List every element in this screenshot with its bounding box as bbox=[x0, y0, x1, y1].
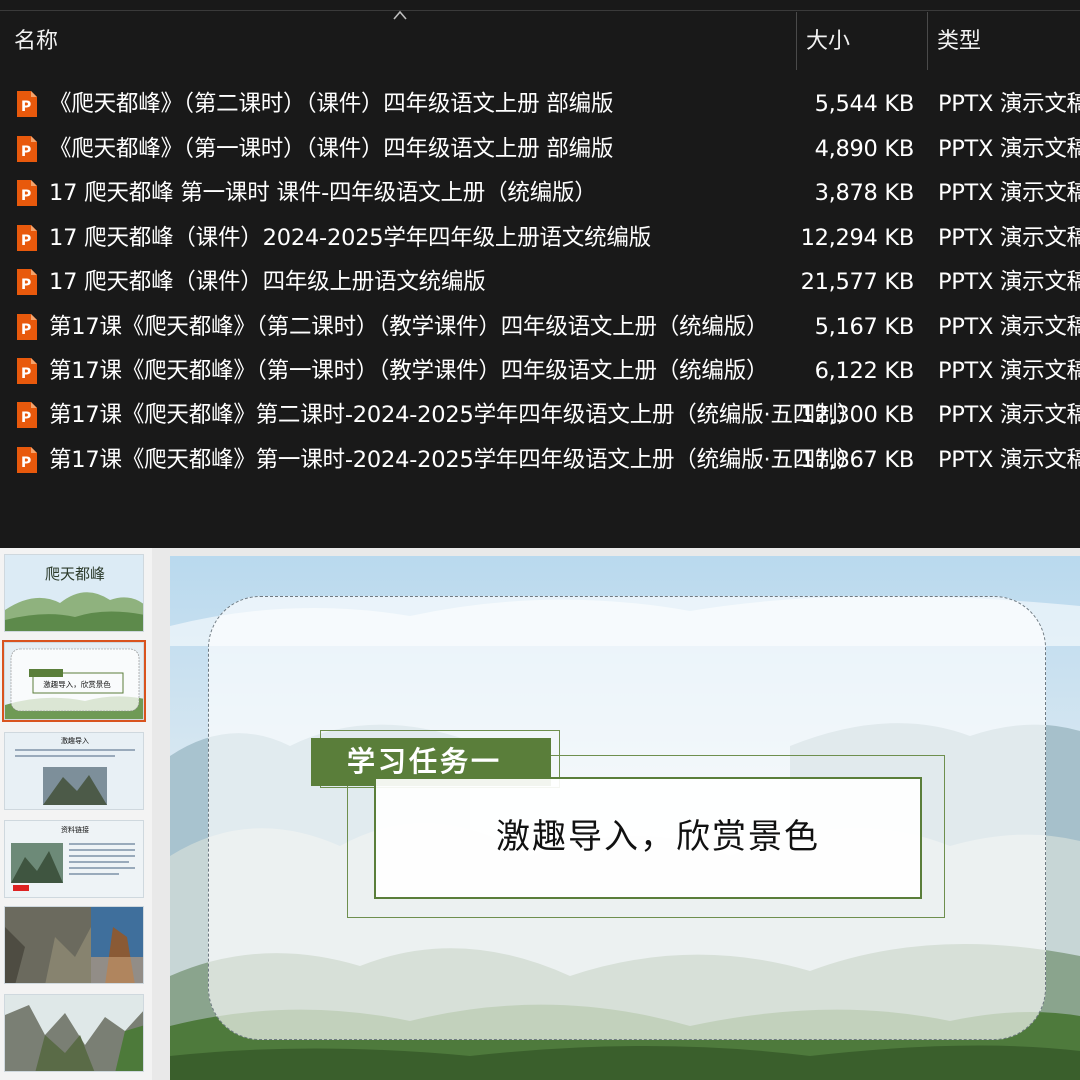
file-type: PPTX 演示文稿 bbox=[938, 314, 1080, 340]
pptx-file-icon: P bbox=[17, 402, 37, 428]
file-row[interactable]: P 第17课《爬天都峰》（第二课时）（教学课件）四年级语文上册（统编版） 5,1… bbox=[0, 305, 1080, 349]
svg-text:P: P bbox=[21, 144, 31, 160]
file-name: 第17课《爬天都峰》第二课时-2024-2025学年四年级语文上册（统编版·五四… bbox=[49, 402, 860, 428]
slide-canvas[interactable]: 学习任务一 激趣导入，欣赏景色 bbox=[170, 556, 1080, 1080]
pptx-file-icon: P bbox=[17, 136, 37, 162]
file-name: 第17课《爬天都峰》（第二课时）（教学课件）四年级语文上册（统编版） bbox=[49, 314, 769, 340]
cliff-slide-preview bbox=[5, 995, 143, 1071]
thumbnail-title: 激趣导入 bbox=[61, 736, 89, 745]
file-name: 第17课《爬天都峰》（第一课时）（教学课件）四年级语文上册（统编版） bbox=[49, 358, 769, 384]
column-header-type[interactable]: 类型 bbox=[928, 26, 1080, 68]
file-size: 12,294 KB bbox=[800, 225, 915, 251]
file-size: 12,300 KB bbox=[800, 402, 915, 428]
svg-text:P: P bbox=[21, 322, 31, 338]
info-slide-preview: 资料链接 bbox=[5, 821, 143, 897]
slide-thumbnail-selected[interactable]: 激趣导入，欣赏景色 bbox=[2, 640, 146, 722]
file-name: 第17课《爬天都峰》第一课时-2024-2025学年四年级语文上册（统编版·五四… bbox=[49, 447, 860, 473]
file-type: PPTX 演示文稿 bbox=[938, 447, 1080, 473]
pptx-file-icon: P bbox=[17, 358, 37, 384]
file-type: PPTX 演示文稿 bbox=[938, 358, 1080, 384]
svg-text:P: P bbox=[21, 277, 31, 293]
svg-text:P: P bbox=[21, 233, 31, 249]
file-size: 5,167 KB bbox=[814, 314, 915, 340]
file-type: PPTX 演示文稿 bbox=[938, 402, 1080, 428]
file-name: 《爬天都峰》（第一课时）（课件）四年级语文上册 部编版 bbox=[49, 136, 614, 162]
slide-thumbnail[interactable]: 资料链接 bbox=[4, 820, 144, 898]
thumbnail-title: 资料链接 bbox=[61, 825, 89, 834]
file-type: PPTX 演示文稿 bbox=[938, 180, 1080, 206]
task-text[interactable]: 激趣导入，欣赏景色 bbox=[374, 777, 922, 899]
slide-thumbnail[interactable]: 爬天都峰 bbox=[4, 554, 144, 632]
presentation-preview: 爬天都峰 激趣导入，欣赏景色 激趣导入 资料链接 学习任务一 激趣导入，欣赏景色 bbox=[0, 548, 1080, 1080]
file-type: PPTX 演示文稿 bbox=[938, 225, 1080, 251]
file-name: 《爬天都峰》（第二课时）（课件）四年级语文上册 部编版 bbox=[49, 91, 614, 117]
photo-slide-preview bbox=[5, 907, 143, 983]
file-row[interactable]: P 第17课《爬天都峰》第二课时-2024-2025学年四年级语文上册（统编版·… bbox=[0, 393, 1080, 437]
title-slide-preview: 爬天都峰 bbox=[5, 555, 143, 631]
pptx-file-icon: P bbox=[17, 91, 37, 117]
file-row[interactable]: P 《爬天都峰》（第一课时）（课件）四年级语文上册 部编版 4,890 KB P… bbox=[0, 127, 1080, 171]
file-row[interactable]: P 第17课《爬天都峰》（第一课时）（教学课件）四年级语文上册（统编版） 6,1… bbox=[0, 349, 1080, 393]
slide-thumbnail[interactable]: 激趣导入 bbox=[4, 732, 144, 810]
column-header-name[interactable]: 名称 bbox=[0, 26, 796, 68]
svg-text:P: P bbox=[21, 99, 31, 115]
svg-text:P: P bbox=[21, 188, 31, 204]
slide-thumbnail[interactable] bbox=[4, 906, 144, 984]
file-name: 17 爬天都峰（课件）2024-2025学年四年级上册语文统编版 bbox=[49, 225, 652, 251]
thumbnail-title: 爬天都峰 bbox=[45, 565, 105, 583]
task-slide-preview: 激趣导入，欣赏景色 bbox=[5, 643, 143, 719]
file-name: 17 爬天都峰（课件）四年级上册语文统编版 bbox=[49, 269, 486, 295]
top-divider bbox=[0, 10, 1080, 11]
file-row[interactable]: P 17 爬天都峰（课件）2024-2025学年四年级上册语文统编版 12,29… bbox=[0, 216, 1080, 260]
svg-text:P: P bbox=[21, 455, 31, 471]
intro-slide-preview: 激趣导入 bbox=[5, 733, 143, 809]
svg-text:P: P bbox=[21, 366, 31, 382]
pptx-file-icon: P bbox=[17, 447, 37, 473]
pptx-file-icon: P bbox=[17, 225, 37, 251]
file-type: PPTX 演示文稿 bbox=[938, 136, 1080, 162]
file-size: 4,890 KB bbox=[814, 136, 915, 162]
svg-text:P: P bbox=[21, 410, 31, 426]
file-size: 6,122 KB bbox=[814, 358, 915, 384]
file-row[interactable]: P 17 爬天都峰（课件）四年级上册语文统编版 21,577 KB PPTX 演… bbox=[0, 260, 1080, 304]
file-name: 17 爬天都峰 第一课时 课件-四年级语文上册（统编版） bbox=[49, 180, 597, 206]
pptx-file-icon: P bbox=[17, 180, 37, 206]
file-size: 3,878 KB bbox=[814, 180, 915, 206]
slide-thumbnail[interactable] bbox=[4, 994, 144, 1072]
file-size: 5,544 KB bbox=[814, 91, 915, 117]
slide-thumbnail-panel[interactable]: 爬天都峰 激趣导入，欣赏景色 激趣导入 资料链接 bbox=[0, 548, 152, 1080]
file-row[interactable]: P 《爬天都峰》（第二课时）（课件）四年级语文上册 部编版 5,544 KB P… bbox=[0, 82, 1080, 126]
file-size: 21,577 KB bbox=[800, 269, 915, 295]
file-type: PPTX 演示文稿 bbox=[938, 269, 1080, 295]
file-size: 17,867 KB bbox=[800, 447, 915, 473]
file-row[interactable]: P 第17课《爬天都峰》第一课时-2024-2025学年四年级语文上册（统编版·… bbox=[0, 438, 1080, 482]
pptx-file-icon: P bbox=[17, 314, 37, 340]
column-header-size[interactable]: 大小 bbox=[796, 26, 928, 68]
file-row[interactable]: P 17 爬天都峰 第一课时 课件-四年级语文上册（统编版） 3,878 KB … bbox=[0, 171, 1080, 215]
pptx-file-icon: P bbox=[17, 269, 37, 295]
file-explorer: 名称 大小 类型 P 《爬天都峰》（第二课时）（课件）四年级语文上册 部编版 5… bbox=[0, 0, 1080, 548]
file-type: PPTX 演示文稿 bbox=[938, 91, 1080, 117]
sort-ascending-icon bbox=[393, 10, 407, 20]
thumbnail-title: 激趣导入，欣赏景色 bbox=[43, 679, 111, 689]
